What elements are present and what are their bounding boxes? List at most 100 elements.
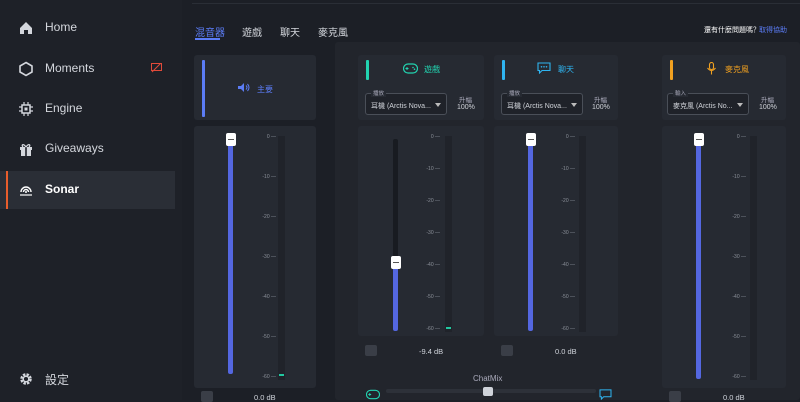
game-title: 遊戲 bbox=[424, 65, 440, 74]
game-header-panel: 遊戲 播放 耳機 (Arctis Nova... 升幅 100% bbox=[358, 55, 484, 120]
divider bbox=[192, 3, 800, 4]
mic-mute-button[interactable] bbox=[669, 391, 681, 402]
game-fader-handle[interactable] bbox=[391, 256, 401, 269]
scale-tick-label: -20 — bbox=[732, 214, 746, 220]
game-select-label: 播放 bbox=[371, 89, 387, 97]
chat-boost-label: 升幅 bbox=[594, 97, 607, 104]
chat-fader-fill bbox=[528, 139, 533, 331]
game-db-value: -9.4 dB bbox=[419, 347, 444, 356]
game-mute-button[interactable] bbox=[365, 345, 377, 356]
chat-level-meter bbox=[579, 136, 586, 332]
sidebar-item-moments[interactable]: Moments bbox=[0, 50, 175, 88]
sidebar-item-engine[interactable]: Engine bbox=[0, 90, 175, 128]
game-boost-label: 升幅 bbox=[459, 97, 472, 104]
help-question: 還有什麼問題嗎？ bbox=[704, 27, 760, 34]
mic-select-label: 輸入 bbox=[673, 89, 689, 97]
game-level-meter bbox=[445, 136, 452, 332]
master-mute-button[interactable] bbox=[201, 391, 213, 402]
home-icon bbox=[20, 22, 32, 34]
master-fader-panel: 0 — -10 — -20 — -30 — -40 — -50 — -60 — bbox=[194, 126, 316, 388]
chat-title: 聊天 bbox=[558, 65, 574, 74]
chat-header-panel: 聊天 播放 耳機 (Arctis Nova... 升幅 100% bbox=[494, 55, 618, 120]
sidebar-item-label: Home bbox=[45, 20, 78, 34]
scale-tick-label: -40 — bbox=[426, 262, 440, 268]
master-peak-indicator bbox=[279, 374, 284, 376]
mic-header-panel: 麥克風 輸入 麥克風 (Arctis No... 升幅 100% bbox=[662, 55, 786, 120]
master-accent-bar bbox=[202, 60, 205, 117]
sonar-icon bbox=[20, 186, 32, 196]
sidebar-item-home[interactable]: Home bbox=[0, 9, 175, 47]
tab-underline bbox=[195, 38, 220, 40]
sidebar-item-sonar[interactable]: Sonar bbox=[0, 171, 175, 209]
game-fader-fill bbox=[393, 262, 398, 331]
chat-bubble-icon bbox=[537, 62, 551, 74]
scale-tick-label: -10 — bbox=[426, 166, 440, 172]
scale-tick-label: -40 — bbox=[561, 262, 575, 268]
mic-db-value: 0.0 dB bbox=[723, 393, 745, 402]
chat-select-value: 耳機 (Arctis Nova... bbox=[507, 103, 567, 110]
settings-button[interactable]: 設定 bbox=[0, 360, 175, 398]
master-db-value: 0.0 dB bbox=[254, 393, 276, 402]
chat-mute-button[interactable] bbox=[501, 345, 513, 356]
mic-level-meter bbox=[750, 136, 757, 380]
chat-db-value: 0.0 dB bbox=[555, 347, 577, 356]
sidebar-item-label: Giveaways bbox=[45, 141, 104, 155]
scale-tick-label: -30 — bbox=[262, 254, 276, 260]
sidebar-item-giveaways[interactable]: Giveaways bbox=[0, 130, 175, 168]
game-output-select[interactable]: 播放 耳機 (Arctis Nova... bbox=[365, 89, 447, 115]
scale-tick-label: -60 — bbox=[561, 326, 575, 332]
chat-accent-bar bbox=[502, 60, 505, 80]
mic-select-value: 麥克風 (Arctis No... bbox=[673, 103, 733, 110]
chat-bubble-icon bbox=[599, 389, 612, 400]
chat-fader-handle[interactable] bbox=[526, 133, 536, 146]
sidebar-item-label: Moments bbox=[45, 61, 95, 75]
master-title: 主要 bbox=[257, 85, 273, 94]
gift-icon bbox=[20, 144, 32, 156]
sidebar-item-label: Engine bbox=[45, 101, 83, 115]
mic-title: 麥克風 bbox=[725, 65, 749, 74]
master-fader-fill bbox=[228, 134, 233, 374]
chat-fader-panel: 0 — -10 — -20 — -30 — -40 — -50 — -60 — bbox=[494, 126, 618, 336]
mic-fader-handle[interactable] bbox=[694, 133, 704, 146]
scale-tick-label: 0 — bbox=[266, 134, 276, 140]
scale-tick-label: -30 — bbox=[426, 230, 440, 236]
scale-tick-label: -10 — bbox=[561, 166, 575, 172]
help-link[interactable]: 取得協助 bbox=[759, 25, 787, 35]
scale-tick-label: -30 — bbox=[732, 254, 746, 260]
scale-tick-label: -20 — bbox=[262, 214, 276, 220]
tab-chat[interactable]: 聊天 bbox=[280, 24, 300, 39]
tab-mic[interactable]: 麥克風 bbox=[318, 24, 348, 39]
chatmix-slider-knob[interactable] bbox=[483, 387, 493, 396]
tab-game[interactable]: 遊戲 bbox=[242, 24, 262, 39]
scale-tick-label: -20 — bbox=[561, 198, 575, 204]
engine-icon bbox=[19, 102, 33, 116]
game-fader-panel: 0 — -10 — -20 — -30 — -40 — -50 — -60 — bbox=[358, 126, 484, 336]
scale-tick-label: 0 — bbox=[430, 134, 440, 140]
screen-off-icon bbox=[151, 63, 162, 73]
chevron-down-icon bbox=[571, 103, 577, 107]
scale-tick-label: -40 — bbox=[732, 294, 746, 300]
scale-tick-label: -10 — bbox=[262, 174, 276, 180]
settings-label: 設定 bbox=[45, 373, 70, 387]
game-select-value: 耳機 (Arctis Nova... bbox=[371, 103, 431, 110]
speaker-icon bbox=[238, 83, 250, 92]
scale-tick-label: -20 — bbox=[426, 198, 440, 204]
chevron-down-icon bbox=[737, 103, 743, 107]
master-fader-handle[interactable] bbox=[226, 133, 236, 146]
scale-tick-label: 0 — bbox=[736, 134, 746, 140]
game-peak-indicator bbox=[446, 327, 451, 329]
mic-boost-label: 升幅 bbox=[761, 97, 774, 104]
tab-mixer[interactable]: 混音器 bbox=[195, 24, 225, 39]
game-accent-bar bbox=[366, 60, 369, 80]
mic-input-select[interactable]: 輸入 麥克風 (Arctis No... bbox=[667, 89, 749, 115]
master-header-panel: 主要 bbox=[194, 55, 316, 120]
master-level-meter bbox=[278, 136, 285, 380]
chat-output-select[interactable]: 播放 耳機 (Arctis Nova... bbox=[501, 89, 583, 115]
sidebar: Home Moments Engine Giveaways Sonar 設定 bbox=[0, 0, 182, 400]
scale-tick-label: -60 — bbox=[426, 326, 440, 332]
chat-boost-value: 100% bbox=[592, 104, 610, 111]
scale-tick-label: -60 — bbox=[262, 374, 276, 380]
scale-tick-label: -10 — bbox=[732, 174, 746, 180]
mic-fader-fill bbox=[696, 139, 701, 379]
scale-tick-label: -50 — bbox=[262, 334, 276, 340]
